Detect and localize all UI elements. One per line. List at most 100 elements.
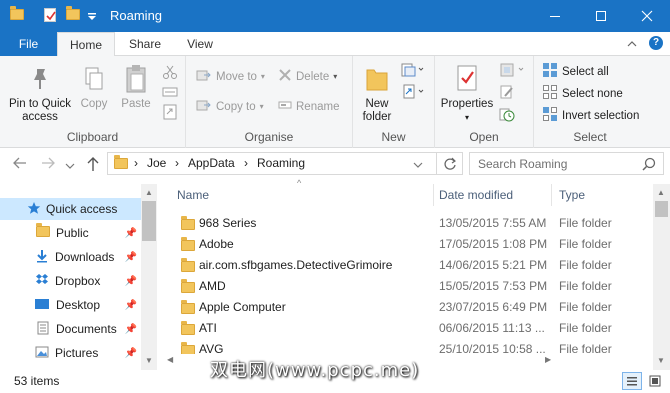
- column-divider[interactable]: [433, 184, 434, 206]
- sidebar-item-desktop[interactable]: Desktop 📌: [0, 294, 141, 316]
- pin-icon[interactable]: 📌: [125, 252, 137, 263]
- pin-icon[interactable]: 📌: [125, 300, 137, 311]
- address-dropdown-button[interactable]: [413, 159, 423, 173]
- copy-path-icon[interactable]: [162, 84, 178, 103]
- sidebar-item-documents[interactable]: Documents 📌: [0, 318, 141, 340]
- scroll-left-arrow-icon[interactable]: ◀: [167, 355, 173, 364]
- pin-icon[interactable]: 📌: [125, 276, 137, 287]
- sidebar-item-dropbox[interactable]: Dropbox 📌: [0, 270, 141, 292]
- easy-access-icon[interactable]: [400, 84, 424, 103]
- breadcrumb-item[interactable]: Joe: [147, 156, 166, 170]
- search-input[interactable]: Search Roaming: [478, 157, 567, 171]
- scroll-up-arrow-icon[interactable]: ▲: [145, 188, 153, 197]
- ribbon: Pin to Quick access Copy Paste Clipboard: [0, 56, 670, 148]
- pin-icon[interactable]: 📌: [125, 324, 137, 335]
- file-row[interactable]: AMD 15/05/2015 7:53 PM File folder: [165, 276, 652, 297]
- column-date-modified[interactable]: Date modified: [439, 188, 513, 202]
- pictures-icon: [35, 345, 49, 362]
- address-bar[interactable]: › Joe › AppData › Roaming: [107, 152, 437, 175]
- properties-button[interactable]: Properties ▾: [437, 64, 497, 124]
- folder-icon: [114, 155, 128, 172]
- pin-icon[interactable]: 📌: [125, 348, 137, 359]
- select-all-button[interactable]: Select all: [542, 62, 609, 81]
- help-icon[interactable]: ?: [649, 36, 663, 50]
- file-list-scrollbar[interactable]: ▲ ▼: [653, 184, 670, 370]
- column-name[interactable]: Name: [177, 188, 209, 202]
- folder-icon: [36, 223, 50, 240]
- scroll-down-arrow-icon[interactable]: ▼: [145, 356, 153, 365]
- tab-home[interactable]: Home: [57, 32, 115, 57]
- up-button[interactable]: [86, 156, 100, 176]
- scroll-up-arrow-icon[interactable]: ▲: [657, 188, 665, 197]
- paste-shortcut-icon[interactable]: [162, 104, 178, 123]
- rename-button[interactable]: Rename: [278, 98, 339, 115]
- move-to-button[interactable]: Move to ▾: [196, 68, 265, 85]
- large-icons-view-icon[interactable]: [645, 372, 665, 390]
- file-row[interactable]: air.com.sfbgames.DetectiveGrimoire 14/06…: [165, 255, 652, 276]
- sidebar-scrollbar[interactable]: ▲ ▼: [141, 184, 157, 370]
- file-row[interactable]: Adobe 17/05/2015 1:08 PM File folder: [165, 234, 652, 255]
- search-box[interactable]: Search Roaming: [469, 152, 664, 175]
- chevron-up-icon[interactable]: [627, 38, 637, 52]
- copy-to-button[interactable]: Copy to ▾: [196, 98, 264, 115]
- delete-icon: [278, 68, 292, 85]
- tab-file[interactable]: File: [0, 32, 57, 56]
- pin-icon[interactable]: 📌: [125, 228, 137, 239]
- file-row[interactable]: ATI 06/06/2015 11:13 ... File folder: [165, 318, 652, 339]
- copy-button[interactable]: Copy: [76, 66, 112, 111]
- organise-group-label: Organise: [244, 130, 294, 144]
- details-view-icon[interactable]: [622, 372, 642, 390]
- paste-button[interactable]: Paste: [116, 64, 156, 111]
- column-divider[interactable]: [551, 184, 552, 206]
- file-name: AVG: [199, 342, 224, 354]
- recent-locations-button[interactable]: [65, 158, 75, 175]
- minimize-button[interactable]: [532, 0, 578, 32]
- download-icon: [35, 249, 49, 266]
- star-icon: [27, 201, 41, 218]
- cut-icon[interactable]: [162, 64, 178, 83]
- sidebar-item-pictures[interactable]: Pictures 📌: [0, 342, 141, 364]
- scrollbar-thumb[interactable]: [655, 201, 668, 217]
- delete-button[interactable]: Delete ▾: [278, 68, 337, 85]
- dropbox-icon: [35, 273, 49, 290]
- invert-selection-button[interactable]: Invert selection: [542, 106, 639, 125]
- edit-icon[interactable]: [499, 84, 515, 103]
- file-name: air.com.sfbgames.DetectiveGrimoire: [199, 258, 393, 272]
- scroll-right-arrow-icon[interactable]: ▶: [545, 355, 551, 364]
- search-icon[interactable]: [642, 157, 656, 174]
- customize-quick-access-icon[interactable]: [87, 11, 97, 21]
- sidebar-item-downloads[interactable]: Downloads 📌: [0, 246, 141, 268]
- back-button[interactable]: [12, 156, 28, 174]
- history-icon[interactable]: [499, 106, 515, 125]
- new-folder-quick-icon[interactable]: [66, 6, 80, 25]
- select-none-button[interactable]: Select none: [542, 84, 623, 103]
- file-row[interactable]: 968 Series 13/05/2015 7:55 AM File folde…: [165, 213, 652, 234]
- select-group: Select all Select none Invert selection …: [534, 56, 646, 148]
- forward-button[interactable]: [40, 156, 56, 174]
- pin-to-quick-access-button[interactable]: Pin to Quick access: [4, 66, 76, 124]
- open-group-label: Open: [469, 130, 499, 144]
- open-icon[interactable]: [499, 62, 527, 81]
- breadcrumb-item[interactable]: Roaming: [257, 156, 305, 170]
- breadcrumb-item[interactable]: AppData: [188, 156, 235, 170]
- sidebar-item-quick-access[interactable]: Quick access: [0, 198, 141, 220]
- new-item-icon[interactable]: [400, 62, 424, 81]
- file-name: AMD: [199, 279, 226, 293]
- file-row[interactable]: AVG 25/10/2015 10:58 ... File folder: [165, 339, 652, 354]
- refresh-button[interactable]: [437, 152, 463, 175]
- maximize-button[interactable]: [578, 0, 624, 32]
- close-button[interactable]: [624, 0, 670, 32]
- file-name: ATI: [199, 321, 217, 335]
- chevron-down-icon: ▾: [260, 72, 265, 81]
- properties-quick-icon[interactable]: [44, 8, 56, 22]
- new-folder-button[interactable]: New folder: [357, 64, 397, 124]
- sidebar-item-public[interactable]: Public 📌: [0, 222, 141, 244]
- scrollbar-thumb[interactable]: [142, 201, 156, 241]
- file-row[interactable]: Apple Computer 23/07/2015 6:49 PM File f…: [165, 297, 652, 318]
- tab-share[interactable]: Share: [125, 32, 165, 56]
- column-type[interactable]: Type: [559, 188, 585, 202]
- scroll-down-arrow-icon[interactable]: ▼: [657, 356, 665, 365]
- properties-label: Properties: [440, 98, 494, 110]
- tab-view[interactable]: View: [182, 32, 218, 56]
- open-group: Properties ▾ Open: [435, 56, 534, 148]
